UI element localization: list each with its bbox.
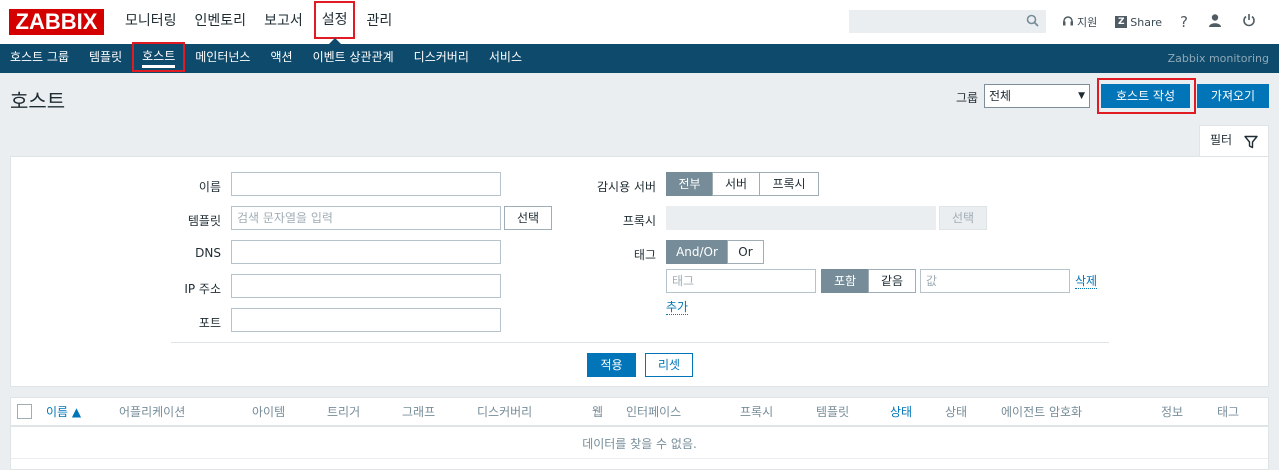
column-interface: 인터페이스 [626, 405, 682, 419]
monitored-by-any[interactable]: 전부 [666, 172, 713, 196]
zabbix-share-icon: Z [1115, 16, 1128, 28]
brand-label: Zabbix monitoring [1167, 52, 1269, 65]
top-links: 지원 Z Share ? [1062, 0, 1276, 44]
select-all-checkbox[interactable] [17, 404, 32, 419]
logout-icon[interactable] [1242, 13, 1256, 31]
submenu-actions[interactable]: 액션 [260, 44, 302, 73]
port-input[interactable] [231, 308, 501, 332]
templates-input[interactable]: 검색 문자열을 입력 [231, 206, 501, 230]
submenu-host-groups[interactable]: 호스트 그룹 [0, 44, 79, 73]
column-agent-encryption: 에이전트 암호화 [1001, 405, 1083, 419]
monitored-by-server[interactable]: 서버 [712, 172, 760, 196]
ip-input[interactable] [231, 274, 501, 298]
column-applications: 어플리케이션 [119, 405, 186, 419]
dns-input[interactable] [231, 240, 501, 264]
dropdown-arrow-icon: ▼ [1078, 91, 1085, 101]
user-profile-icon[interactable] [1208, 13, 1222, 31]
name-label: 이름 [198, 180, 221, 194]
tag-operator-equals[interactable]: 같음 [868, 269, 916, 293]
menu-inventory[interactable]: 인벤토리 [188, 0, 254, 44]
group-select[interactable]: 전체 ▼ [984, 84, 1090, 108]
menu-reports[interactable]: 보고서 [257, 0, 310, 44]
submenu-services[interactable]: 서비스 [479, 44, 532, 73]
hosts-table: 이름 ▲ 어플리케이션 아이템 트리거 그래프 디스커버리 웹 인터페이스 프록… [10, 397, 1269, 470]
proxy-select-button: 선택 [939, 206, 987, 230]
submenu-hosts[interactable]: 호스트 [132, 42, 186, 72]
column-discovery: 디스커버리 [477, 405, 533, 419]
menu-configuration[interactable]: 설정 [313, 1, 356, 44]
support-label: 지원 [1077, 16, 1098, 29]
zabbix-logo[interactable]: ZABBIX [9, 9, 104, 35]
dns-label: DNS [195, 246, 221, 260]
tag-name-input[interactable]: 태그 [666, 269, 816, 293]
share-link[interactable]: Z Share [1115, 16, 1162, 29]
menu-monitoring[interactable]: 모니터링 [118, 0, 184, 44]
tags-mode-or[interactable]: Or [727, 240, 764, 264]
group-label: 그룹 [956, 91, 979, 105]
top-navigation: ZABBIX 모니터링 인벤토리 보고서 설정 관리 지원 Z Share ? [0, 0, 1279, 44]
submenu-discovery[interactable]: 디스커버리 [404, 44, 479, 73]
tags-mode-radio: And/Or Or [666, 240, 764, 264]
tags-label: 태그 [633, 248, 656, 262]
tag-operator-radio: 포함 같음 [821, 269, 916, 293]
tag-remove-link[interactable]: 삭제 [1075, 274, 1098, 289]
submenu-hosts-label: 호스트 [142, 49, 176, 68]
global-search-input[interactable] [849, 10, 1046, 33]
filter-divider [171, 342, 1109, 343]
templates-select-button[interactable]: 선택 [504, 206, 552, 230]
search-icon[interactable] [1026, 14, 1039, 31]
column-graphs: 그래프 [402, 405, 436, 419]
create-host-button[interactable]: 호스트 작성 [1101, 84, 1190, 108]
sub-menu: 호스트 그룹 템플릿 호스트 메인터넌스 액션 이벤트 상관관계 디스커버리 서… [0, 42, 532, 73]
port-label: 포트 [198, 316, 221, 330]
tag-add-link[interactable]: 추가 [666, 300, 689, 315]
group-select-value: 전체 [989, 89, 1012, 103]
column-items: 아이템 [252, 405, 286, 419]
main-menu: 모니터링 인벤토리 보고서 설정 관리 [118, 0, 403, 44]
column-name[interactable]: 이름 ▲ [46, 398, 81, 427]
no-data-message: 데이터를 찾을 수 없음. [11, 429, 1268, 459]
monitored-by-label: 감시용 서버 [596, 180, 656, 194]
support-link[interactable]: 지원 [1062, 14, 1097, 30]
column-triggers: 트리거 [327, 405, 361, 419]
column-web: 웹 [592, 405, 604, 419]
submenu-event-correlation[interactable]: 이벤트 상관관계 [303, 44, 404, 73]
page-title: 호스트 [10, 89, 66, 113]
column-info: 정보 [1161, 405, 1184, 419]
column-status[interactable]: 상태 [890, 398, 912, 427]
monitored-by-radio: 전부 서버 프록시 [666, 172, 819, 196]
column-templates: 템플릿 [816, 405, 850, 419]
name-input[interactable] [231, 172, 501, 196]
submenu-maintenance[interactable]: 메인터넌스 [185, 44, 260, 73]
tag-value-input[interactable]: 값 [920, 269, 1070, 293]
tags-mode-and-or[interactable]: And/Or [666, 240, 728, 264]
filter-icon [1244, 131, 1258, 159]
reset-button[interactable]: 리셋 [645, 353, 693, 377]
help-icon[interactable]: ? [1180, 13, 1188, 31]
submenu-templates[interactable]: 템플릿 [79, 44, 132, 73]
import-button[interactable]: 가져오기 [1197, 84, 1269, 108]
column-tags: 태그 [1217, 405, 1240, 419]
ip-label: IP 주소 [184, 282, 221, 296]
filter-panel: 이름 템플릿 검색 문자열을 입력 선택 DNS IP 주소 포트 감시용 서버… [10, 156, 1269, 387]
column-availability: 상태 [945, 405, 968, 419]
table-header: 이름 ▲ 어플리케이션 아이템 트리거 그래프 디스커버리 웹 인터페이스 프록… [11, 398, 1268, 427]
apply-button[interactable]: 적용 [587, 353, 636, 377]
filter-tab-label: 필터 [1210, 133, 1233, 147]
sub-navigation: 호스트 그룹 템플릿 호스트 메인터넌스 액션 이벤트 상관관계 디스커버리 서… [0, 42, 1279, 73]
templates-label: 템플릿 [187, 214, 221, 228]
tag-operator-contains[interactable]: 포함 [821, 269, 869, 293]
column-proxy: 프록시 [740, 405, 774, 419]
proxy-label: 프록시 [622, 214, 656, 228]
headset-icon [1062, 15, 1074, 30]
proxy-input [666, 206, 936, 230]
menu-administration[interactable]: 관리 [359, 0, 399, 44]
share-label: Share [1130, 15, 1162, 29]
monitored-by-proxy[interactable]: 프록시 [759, 172, 819, 196]
filter-tab[interactable]: 필터 [1199, 125, 1269, 157]
